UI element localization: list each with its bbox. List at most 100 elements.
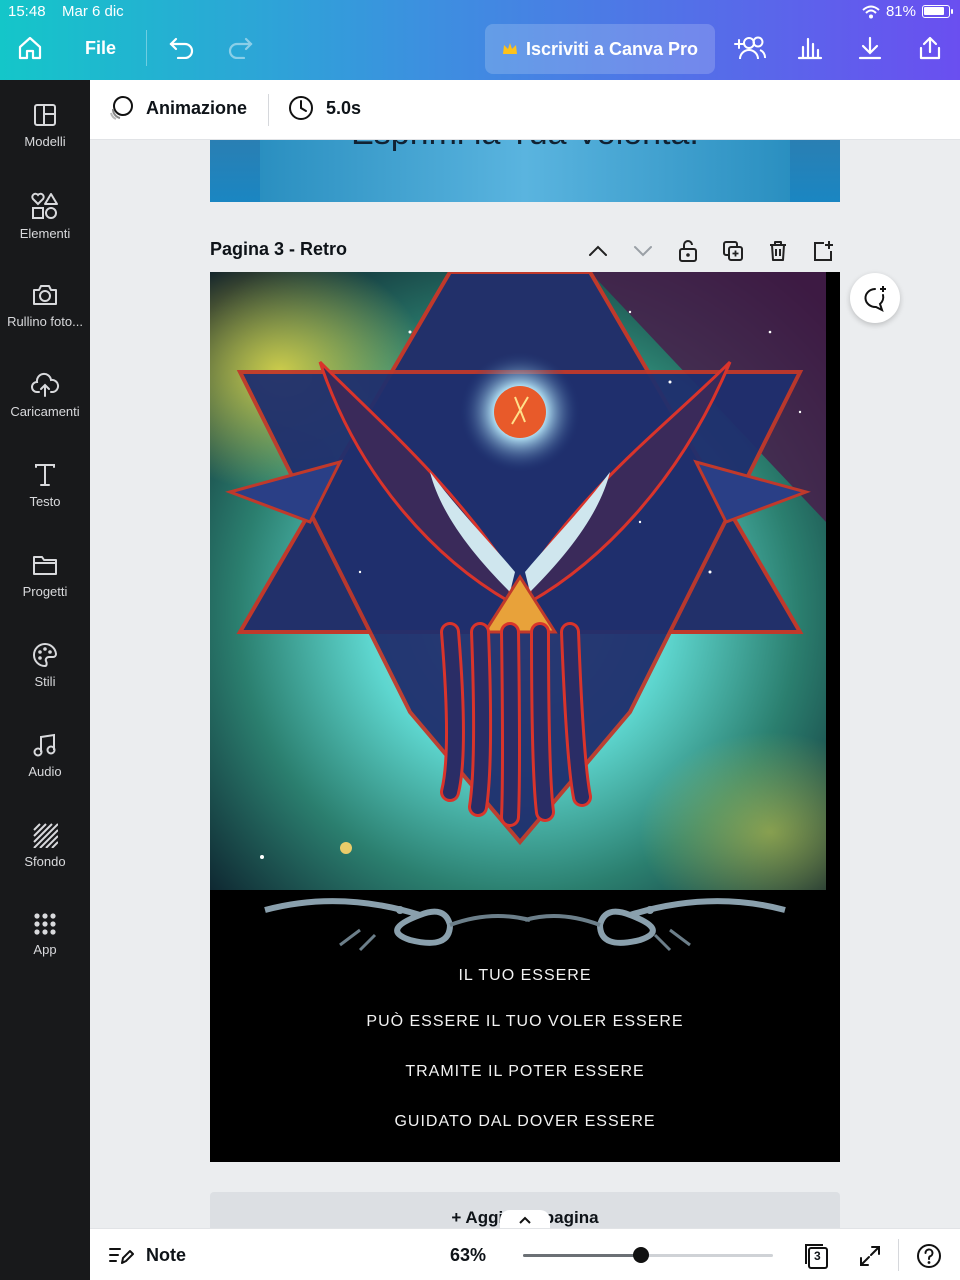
duration-button[interactable]: 5.0s [288,95,361,121]
comment-add-icon [864,286,886,312]
lock-icon [679,240,697,262]
status-right: 81% [862,3,953,20]
add-page-icon [814,241,833,261]
add-comment-button[interactable] [850,273,900,323]
sidebar-item-label: Modelli [24,134,66,149]
zoom-level[interactable]: 63% [450,1245,486,1266]
page-text-line-4[interactable]: GUIDATO DAL DOVER ESSERE [210,1113,840,1131]
status-date: Mar 6 dic [62,3,124,20]
help-icon [917,1244,941,1268]
sidebar-item-label: App [33,942,57,957]
page-count: 3 [814,1249,821,1263]
file-menu[interactable]: File [85,38,116,59]
chevron-up-icon [589,245,607,256]
pattern-icon [33,823,58,848]
canva-pro-button[interactable]: Iscriviti a Canva Pro [485,24,715,74]
download-button[interactable] [852,30,888,66]
expand-pages-button[interactable] [500,1210,550,1230]
sidebar-item-label: Stili [34,674,56,689]
help-button[interactable] [914,1241,944,1271]
crown-icon [502,43,517,54]
top-bar: 15:48 Mar 6 dic 81% File Iscriviti a Can… [0,0,960,80]
animation-label: Animazione [146,97,248,118]
undo-icon [169,37,194,59]
move-page-down-button[interactable] [630,238,656,264]
page-text-line-2[interactable]: PUÒ ESSERE IL TUO VOLER ESSERE [210,1013,840,1031]
lock-page-button[interactable] [675,238,701,264]
status-time: 15:48 [8,3,46,20]
sidebar-item-modelli[interactable]: Modelli [0,94,90,174]
ornament-flourish [264,898,786,952]
undo-button[interactable] [164,30,200,66]
zoom-slider-fill [523,1254,641,1257]
sidebar-item-stili[interactable]: Stili [0,634,90,714]
share-icon [919,36,941,60]
battery-icon [922,5,953,18]
share-button[interactable] [912,30,948,66]
sidebar-item-label: Progetti [22,584,68,599]
bottom-bar: Note 63% 3 [90,1228,960,1280]
toolbar-divider [146,30,147,66]
music-icon [33,733,56,757]
battery-percent: 81% [885,3,916,20]
sidebar-item-audio[interactable]: Audio [0,724,90,804]
page-title: Pagina 3 - Retro [210,239,348,259]
expand-icon [860,1246,880,1266]
layout-icon [34,104,56,126]
home-button[interactable] [12,30,48,66]
sidebar-item-caricamenti[interactable]: Caricamenti [0,364,90,444]
sidebar-item-label: Testo [29,494,61,509]
text-icon [35,464,55,486]
sidebar-item-label: Elementi [19,226,71,241]
cloud-upload-icon [31,372,60,397]
sidebar-item-sfondo[interactable]: Sfondo [0,814,90,894]
sidebar-item-app[interactable]: App [0,904,90,984]
duplicate-page-button[interactable] [720,238,746,264]
home-icon [18,36,42,60]
sidebar: Modelli Elementi Rullino foto... Caricam… [0,80,90,1280]
insights-button[interactable] [792,30,828,66]
page-text-line-1[interactable]: IL TUO ESSERE [210,967,840,985]
sidebar-item-rullino[interactable]: Rullino foto... [0,274,90,354]
animation-button[interactable]: Animazione [108,95,247,121]
sidebar-item-label: Sfondo [24,854,66,869]
context-toolbar: Animazione 5.0s [90,80,960,140]
status-bar: 15:48 Mar 6 dic 81% [0,3,960,23]
previous-page-text: Esprimi la Tua Volontà. [210,140,840,153]
zoom-slider[interactable] [523,1247,773,1263]
move-page-up-button[interactable] [585,238,611,264]
people-add-icon [734,36,766,60]
notes-icon [109,1248,134,1264]
sidebar-item-label: Rullino foto... [7,314,83,329]
notes-button[interactable]: Note [108,1243,186,1267]
sidebar-item-progetti[interactable]: Progetti [0,544,90,624]
bar-chart-icon [797,37,823,60]
previous-page[interactable]: Esprimi la Tua Volontà. [210,140,840,202]
page-count-button[interactable]: 3 [802,1241,832,1271]
duplicate-icon [723,241,743,261]
duration-label: 5.0s [326,97,362,118]
sidebar-item-elementi[interactable]: Elementi [0,184,90,264]
add-page-button[interactable] [810,238,836,264]
page-text-line-3[interactable]: TRAMITE IL POTER ESSERE [210,1063,840,1081]
cosmic-bird-artwork[interactable] [210,272,826,890]
shapes-icon [31,192,58,219]
sidebar-item-label: Audio [28,764,62,779]
notes-label: Note [146,1244,186,1265]
redo-button[interactable] [222,30,258,66]
sidebar-item-testo[interactable]: Testo [0,454,90,534]
trash-icon [770,241,786,261]
folder-icon [33,556,57,575]
zoom-slider-knob[interactable] [632,1247,649,1263]
delete-page-button[interactable] [765,238,791,264]
fullscreen-button[interactable] [855,1241,885,1271]
sidebar-item-label: Caricamenti [10,404,80,419]
grid-icon [34,913,56,935]
wifi-icon [862,5,880,18]
share-people-button[interactable] [732,30,768,66]
palette-icon [33,642,58,668]
camera-icon [33,285,57,305]
redo-icon [228,37,253,59]
clock-icon [289,96,313,120]
design-page[interactable]: IL TUO ESSERE PUÒ ESSERE IL TUO VOLER ES… [210,272,840,1162]
